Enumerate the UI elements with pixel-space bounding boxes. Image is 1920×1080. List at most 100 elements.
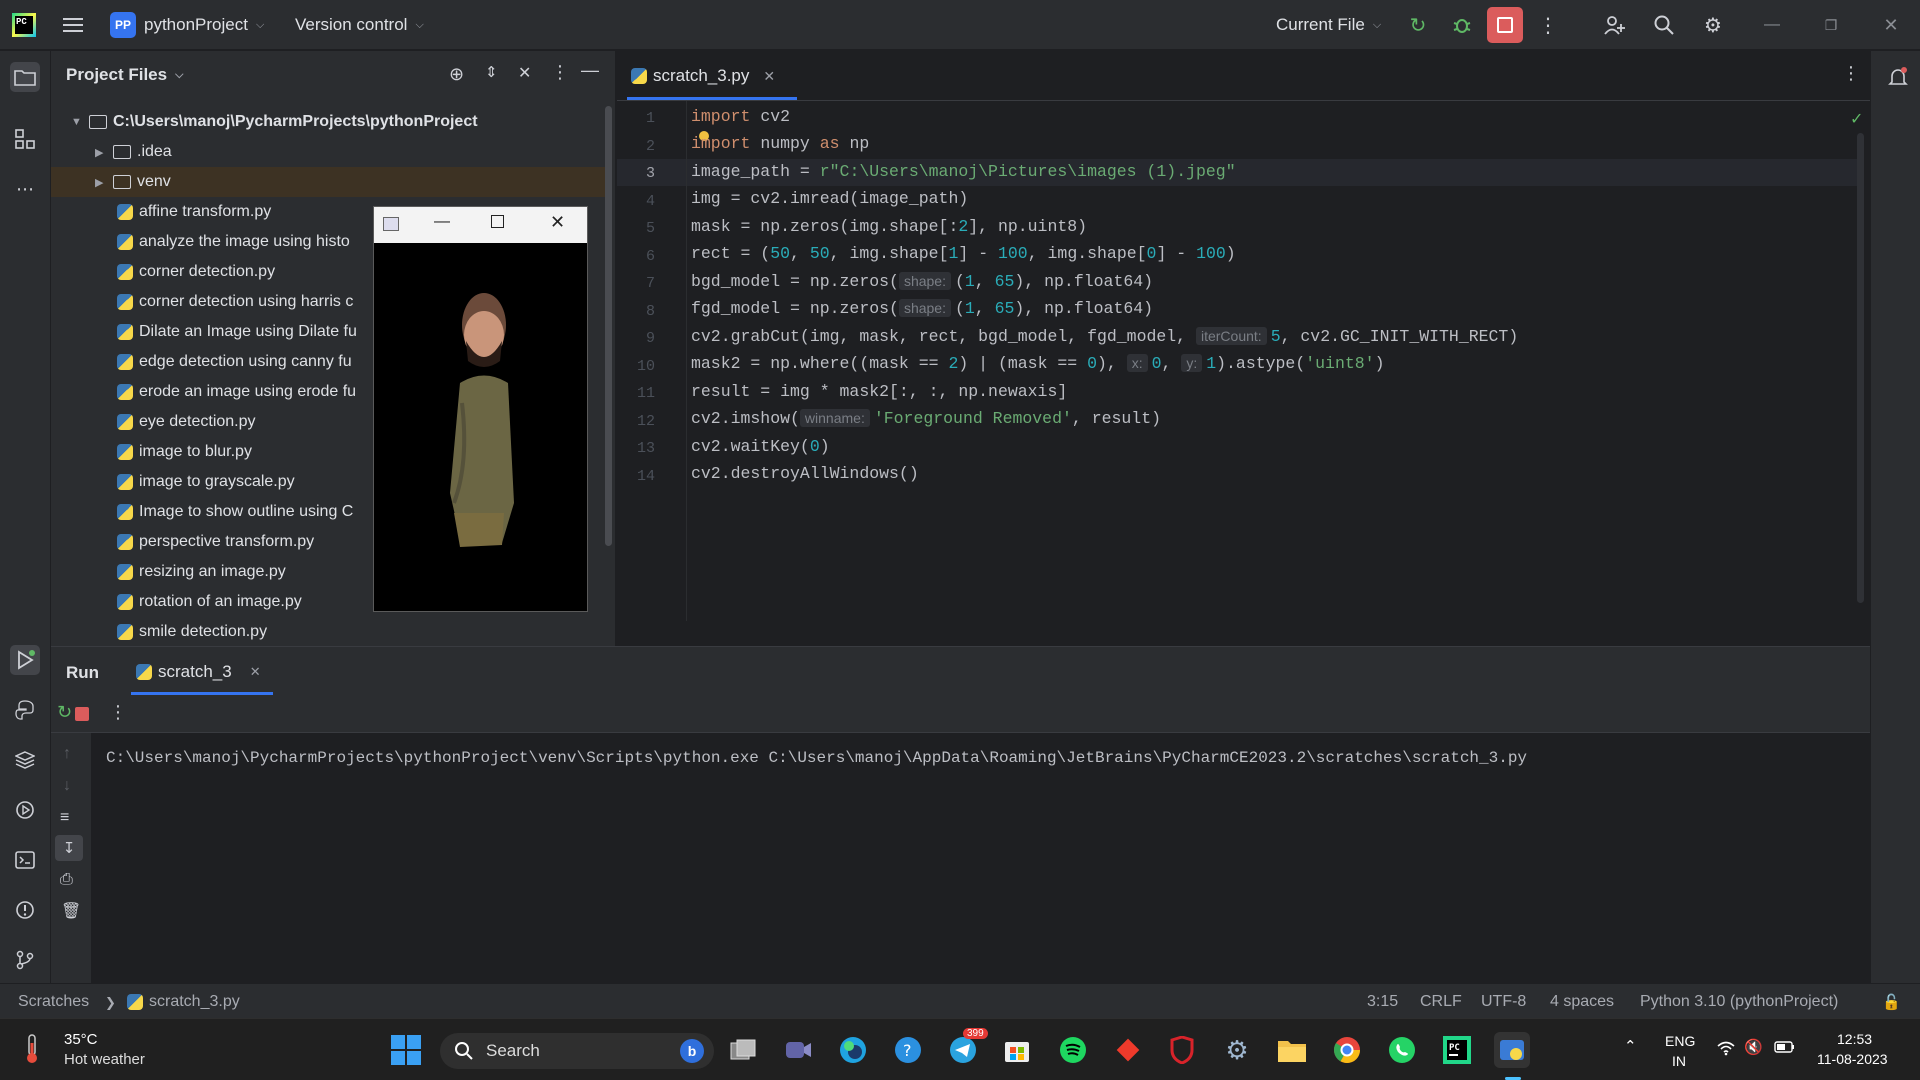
close-window-icon[interactable]: ✕: [1876, 10, 1906, 40]
pycharm-taskbar-icon[interactable]: PC: [1439, 1032, 1475, 1068]
line-number[interactable]: 12: [617, 413, 655, 430]
hide-panel-icon[interactable]: —: [581, 60, 599, 81]
task-view-icon[interactable]: [725, 1032, 761, 1068]
python-console-icon[interactable]: [10, 695, 40, 725]
whatsapp-icon[interactable]: [1384, 1032, 1420, 1068]
editor-scrollbar[interactable]: [1857, 133, 1864, 603]
trash-icon[interactable]: 🗑: [61, 901, 81, 921]
print-icon[interactable]: ⎙: [60, 871, 73, 889]
settings-app-icon[interactable]: ⚙: [1219, 1032, 1255, 1068]
language-primary[interactable]: ENG: [1665, 1033, 1695, 1049]
help-app-icon[interactable]: ?: [890, 1032, 926, 1068]
bing-icon[interactable]: b: [680, 1039, 704, 1063]
line-number[interactable]: 10: [617, 358, 655, 375]
line-number[interactable]: 13: [617, 440, 655, 457]
stop-button[interactable]: [1487, 7, 1523, 43]
mcafee-icon[interactable]: [1164, 1032, 1200, 1068]
run-config-selector[interactable]: Current File ⌵: [1276, 15, 1381, 35]
file-explorer-icon[interactable]: [1274, 1032, 1310, 1068]
breadcrumb-file[interactable]: scratch_3.py: [127, 993, 240, 1011]
tree-root[interactable]: ▼ C:\Users\manoj\PycharmProjects\pythonP…: [51, 107, 606, 137]
run-tab-scratch-3[interactable]: scratch_3 ✕: [136, 662, 261, 682]
weather-desc[interactable]: Hot weather: [64, 1051, 145, 1068]
rerun-icon[interactable]: ↻: [57, 702, 72, 723]
line-number[interactable]: 9: [617, 330, 655, 347]
rerun-icon[interactable]: ↻: [1403, 10, 1433, 40]
console-output[interactable]: C:\Users\manoj\PycharmProjects\pythonPro…: [106, 749, 1527, 767]
minimize-icon[interactable]: —: [1757, 10, 1787, 40]
breadcrumb-scratches[interactable]: Scratches: [18, 993, 89, 1011]
line-number[interactable]: 11: [617, 385, 655, 402]
line-number[interactable]: 3: [617, 165, 655, 182]
close-icon[interactable]: ✕: [550, 212, 565, 233]
clock-date[interactable]: 11-08-2023: [1817, 1051, 1888, 1067]
spotify-icon[interactable]: [1055, 1032, 1091, 1068]
tree-folder-idea[interactable]: ▶ .idea: [51, 137, 606, 167]
chevron-up-icon[interactable]: ⌃: [1624, 1037, 1637, 1055]
structure-icon[interactable]: [10, 124, 40, 154]
down-arrow-icon[interactable]: ↓: [63, 777, 71, 795]
battery-icon[interactable]: [1774, 1040, 1796, 1059]
project-files-dropdown[interactable]: Project Files ⌵: [66, 65, 183, 85]
line-number[interactable]: 6: [617, 248, 655, 265]
settings-gear-icon[interactable]: ⚙: [1698, 10, 1728, 40]
anydesk-icon[interactable]: [1110, 1032, 1146, 1068]
project-scrollbar[interactable]: [605, 106, 612, 546]
line-number[interactable]: 4: [617, 193, 655, 210]
line-number[interactable]: 7: [617, 275, 655, 292]
python-interpreter[interactable]: Python 3.10 (pythonProject): [1640, 993, 1838, 1011]
close-tab-icon[interactable]: ✕: [763, 68, 775, 85]
maximize-icon[interactable]: [491, 215, 504, 228]
terminal-icon[interactable]: [10, 845, 40, 875]
tree-file[interactable]: smile detection.py: [51, 617, 606, 647]
git-icon[interactable]: [10, 945, 40, 975]
indent-setting[interactable]: 4 spaces: [1550, 993, 1614, 1011]
telegram-icon[interactable]: 399: [945, 1028, 988, 1068]
project-selector[interactable]: PP pythonProject ⌵: [110, 12, 264, 38]
scroll-to-end-icon[interactable]: ↧: [55, 835, 83, 861]
services-icon[interactable]: [10, 795, 40, 825]
locate-file-icon[interactable]: ⊕: [449, 64, 464, 85]
notifications-bell-icon[interactable]: [1883, 62, 1913, 92]
close-run-tab-icon[interactable]: ✕: [250, 664, 261, 680]
code-with-me-icon[interactable]: [1599, 10, 1629, 40]
line-number[interactable]: 2: [617, 138, 655, 155]
windows-start-icon[interactable]: [388, 1032, 424, 1068]
line-number[interactable]: 1: [617, 110, 655, 127]
more-actions-icon[interactable]: ⋮: [1533, 10, 1563, 40]
tab-options-icon[interactable]: ⋮: [1842, 63, 1860, 84]
no-problems-check-icon[interactable]: ✓: [1850, 109, 1863, 129]
caret-position[interactable]: 3:15: [1367, 993, 1398, 1011]
project-tool-icon[interactable]: [10, 62, 40, 92]
up-arrow-icon[interactable]: ↑: [63, 745, 71, 763]
soft-wrap-icon[interactable]: ≡: [60, 809, 69, 827]
file-encoding[interactable]: UTF-8: [1481, 993, 1526, 1011]
main-menu-icon[interactable]: [58, 10, 88, 40]
expand-all-icon[interactable]: ⇕: [485, 63, 498, 81]
tab-scratch-3[interactable]: scratch_3.py ✕: [631, 51, 775, 101]
collapse-all-icon[interactable]: ✕: [518, 63, 531, 83]
more-tools-icon[interactable]: ⋯: [10, 174, 40, 204]
foreground-removed-window[interactable]: — ✕: [373, 206, 588, 612]
restore-icon[interactable]: ❐: [1816, 10, 1846, 40]
image-window-titlebar[interactable]: — ✕: [374, 207, 587, 243]
ms-store-icon[interactable]: [999, 1032, 1035, 1068]
python-running-icon[interactable]: [1494, 1032, 1530, 1068]
teams-meet-icon[interactable]: [780, 1032, 816, 1068]
clock-time[interactable]: 12:53: [1837, 1031, 1872, 1047]
python-packages-icon[interactable]: [10, 745, 40, 775]
weather-temp[interactable]: 35°C: [64, 1031, 98, 1048]
version-control-menu[interactable]: Version control ⌵: [295, 15, 424, 35]
line-number[interactable]: 14: [617, 468, 655, 485]
line-number[interactable]: 5: [617, 220, 655, 237]
more-options-icon[interactable]: ⋮: [109, 702, 127, 723]
language-region[interactable]: IN: [1672, 1053, 1686, 1069]
debug-icon[interactable]: [1447, 10, 1477, 40]
minimize-icon[interactable]: —: [434, 213, 450, 231]
edge-browser-icon[interactable]: [835, 1032, 871, 1068]
taskbar-search[interactable]: Search b: [440, 1033, 714, 1069]
line-number[interactable]: 8: [617, 303, 655, 320]
pycharm-logo-icon[interactable]: PC: [12, 13, 36, 37]
options-icon[interactable]: ⋮: [551, 62, 569, 83]
wifi-icon[interactable]: [1716, 1040, 1736, 1061]
